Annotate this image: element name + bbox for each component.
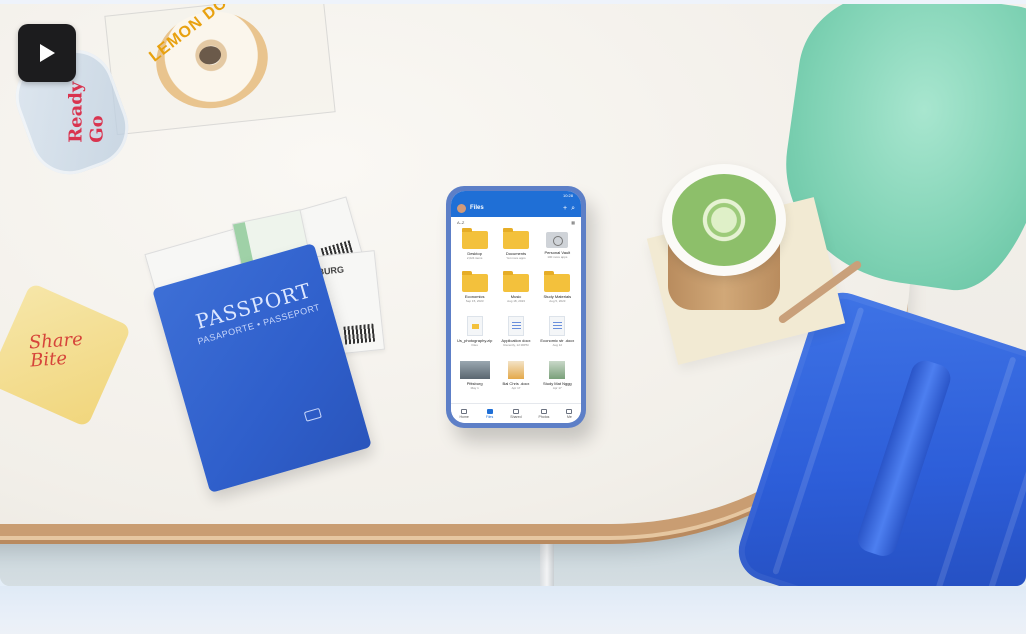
sort-label[interactable]: A–Z bbox=[457, 220, 464, 225]
file-item[interactable]: Music Aug 18, 2023 bbox=[497, 271, 534, 312]
file-meta: Yet more apps bbox=[506, 256, 526, 260]
file-meta: Aug 18, 2023 bbox=[507, 299, 525, 303]
file-item[interactable]: Economic str .docx Aug 12 bbox=[539, 315, 576, 355]
files-icon bbox=[486, 408, 493, 414]
photos-icon bbox=[540, 408, 547, 414]
file-meta: Recently, 12:30PM bbox=[503, 343, 529, 347]
file-meta: Files bbox=[471, 343, 478, 347]
folder-icon bbox=[461, 271, 488, 292]
play-icon bbox=[40, 44, 55, 62]
phone-screen: 10:28 Files + ⌕ A–Z ▦ Desktop 2,024 items… bbox=[451, 191, 581, 423]
matcha-cup bbox=[662, 164, 786, 276]
nav-label: Files bbox=[485, 414, 494, 419]
view-toggle-icon[interactable]: ▦ bbox=[571, 220, 575, 225]
file-item[interactable]: Us_photography.zip Files bbox=[456, 315, 493, 355]
file-item[interactable]: Economics Sep 15, 2023 bbox=[456, 271, 493, 312]
nav-item-shared[interactable]: Shared bbox=[510, 408, 522, 419]
latte-art bbox=[672, 174, 776, 266]
nav-item-files[interactable]: Files bbox=[485, 408, 494, 419]
photo-thumbnail bbox=[459, 361, 490, 379]
file-item[interactable]: Personal Vault 100 more apps bbox=[539, 229, 576, 269]
status-time: 10:28 bbox=[562, 192, 573, 198]
file-meta: Aug 5, 2023 bbox=[549, 299, 566, 303]
file-item[interactable]: Bal Chris .docx Apr 17 bbox=[497, 358, 534, 398]
smartphone: 10:28 Files + ⌕ A–Z ▦ Desktop 2,024 items… bbox=[446, 186, 586, 428]
file-meta: Aug 12 bbox=[552, 343, 563, 347]
folder-icon bbox=[502, 271, 529, 292]
file-item[interactable]: Study Materials Aug 5, 2023 bbox=[539, 271, 576, 312]
folder-icon bbox=[461, 228, 488, 249]
nav-label: Me bbox=[567, 414, 572, 419]
home-icon bbox=[461, 408, 468, 414]
document-icon bbox=[507, 316, 524, 336]
app-header: Files + ⌕ bbox=[451, 199, 581, 217]
add-icon[interactable]: + bbox=[563, 205, 567, 212]
me-icon bbox=[566, 408, 573, 414]
file-meta: 2,024 items bbox=[466, 256, 483, 260]
app-title: Files bbox=[470, 205, 484, 211]
bottle-label: Ready Go bbox=[65, 81, 108, 143]
file-meta: May 1 bbox=[470, 386, 479, 390]
table-leg bbox=[540, 529, 554, 586]
bottom-nav: Home Files Shared Photos Me bbox=[451, 403, 581, 423]
nav-item-me[interactable]: Me bbox=[566, 408, 573, 419]
vault-icon bbox=[546, 232, 569, 248]
nav-label: Home bbox=[459, 414, 469, 419]
hero-image: LEMON DONUT Ready Go Share Bite BURG PAS… bbox=[0, 4, 1026, 586]
donut-hole bbox=[197, 44, 223, 67]
file-item[interactable]: Documents Yet more apps bbox=[497, 228, 534, 269]
avatar[interactable] bbox=[457, 203, 466, 213]
bottom-band bbox=[0, 586, 1026, 634]
file-meta: Apr 17 bbox=[511, 386, 521, 390]
suitcase-handle bbox=[854, 357, 954, 560]
file-item[interactable]: Desktop 2,024 items bbox=[456, 228, 493, 269]
file-meta: Apr 17 bbox=[552, 386, 562, 390]
nav-label: Shared bbox=[510, 414, 522, 419]
folder-icon bbox=[502, 228, 529, 249]
search-icon[interactable]: ⌕ bbox=[571, 205, 575, 212]
file-item[interactable]: Pittsburg May 1 bbox=[456, 358, 493, 398]
file-meta: Sep 15, 2023 bbox=[465, 299, 484, 303]
file-grid: Desktop 2,024 items Documents Yet more apps… bbox=[451, 227, 581, 400]
barcode bbox=[343, 323, 376, 345]
file-meta: 100 more apps bbox=[547, 255, 568, 259]
document-icon bbox=[549, 316, 566, 336]
zip-file-icon bbox=[466, 316, 483, 336]
play-button[interactable] bbox=[18, 24, 76, 82]
nav-item-home[interactable]: Home bbox=[459, 408, 469, 419]
folder-icon bbox=[544, 271, 571, 292]
nav-label: Photos bbox=[538, 414, 550, 419]
shared-icon bbox=[512, 408, 519, 414]
passport-chip-icon bbox=[303, 407, 322, 422]
photo-thumbnail bbox=[549, 361, 566, 379]
nav-item-photos[interactable]: Photos bbox=[538, 408, 550, 419]
sort-row: A–Z ▦ bbox=[451, 217, 581, 227]
photo-thumbnail bbox=[507, 361, 524, 379]
file-item[interactable]: Application docx Recently, 12:30PM bbox=[497, 315, 534, 355]
file-item[interactable]: Study Mat Nggg Apr 17 bbox=[539, 358, 576, 398]
status-bar: 10:28 bbox=[451, 191, 581, 199]
snack-brand: Share Bite bbox=[28, 328, 84, 372]
